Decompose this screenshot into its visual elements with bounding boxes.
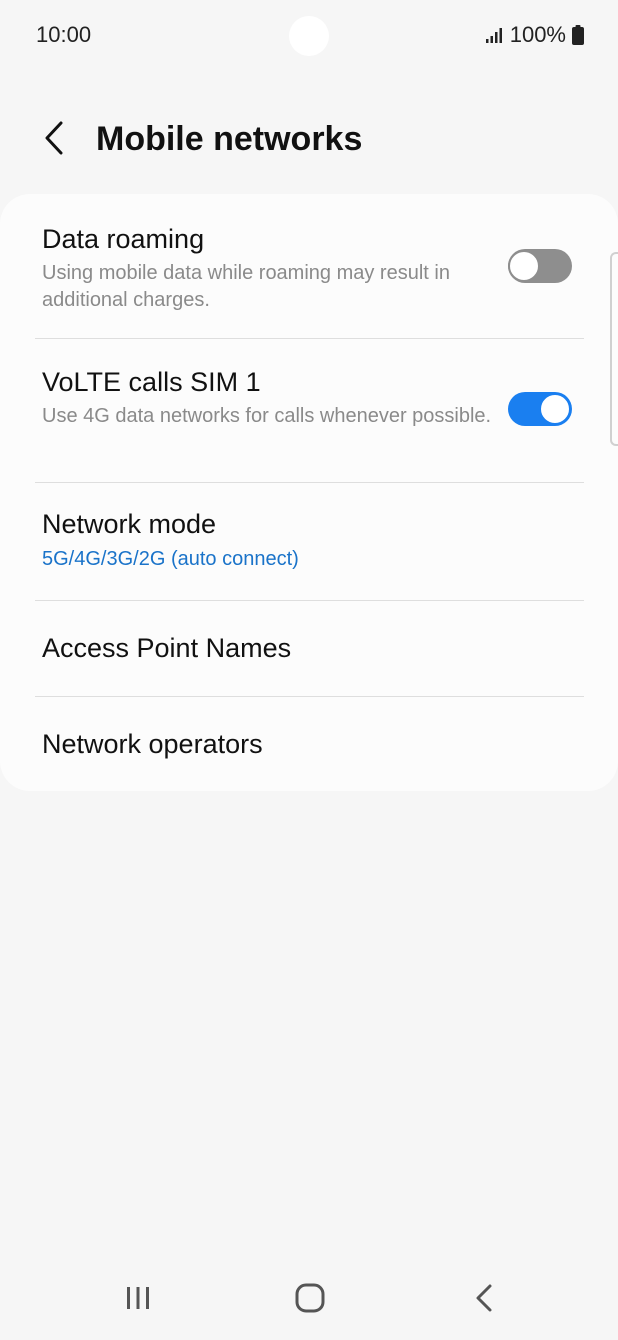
settings-card: Data roaming Using mobile data while roa…	[0, 194, 618, 791]
apn-title: Access Point Names	[42, 633, 292, 663]
page-title: Mobile networks	[96, 120, 363, 158]
apn-row[interactable]: Access Point Names	[0, 601, 618, 696]
recent-apps-icon	[124, 1285, 152, 1316]
volte-row[interactable]: VoLTE calls SIM 1 Use 4G data networks f…	[0, 339, 618, 482]
battery-icon	[572, 25, 584, 45]
battery-percent: 100%	[509, 22, 566, 47]
network-operators-title: Network operators	[42, 729, 263, 759]
network-operators-row[interactable]: Network operators	[0, 697, 618, 791]
volte-toggle[interactable]	[508, 392, 572, 426]
nav-back-button[interactable]	[454, 1280, 514, 1320]
home-button[interactable]	[280, 1280, 340, 1320]
home-icon	[295, 1283, 325, 1318]
network-mode-title: Network mode	[42, 509, 217, 539]
volte-subtitle: Use 4G data networks for calls whenever …	[42, 405, 492, 427]
volte-title: VoLTE calls SIM 1	[42, 367, 261, 397]
status-time: 10:00	[36, 22, 92, 47]
navigation-bar	[0, 1260, 618, 1340]
camera-cutout	[289, 16, 329, 56]
network-mode-value: 5G/4G/3G/2G (auto connect)	[42, 548, 299, 570]
network-mode-row[interactable]: Network mode 5G/4G/3G/2G (auto connect)	[0, 483, 618, 600]
data-roaming-subtitle: Using mobile data while roaming may resu…	[42, 262, 450, 311]
recent-apps-button[interactable]	[108, 1280, 168, 1320]
data-roaming-row[interactable]: Data roaming Using mobile data while roa…	[0, 194, 618, 338]
scroll-indicator[interactable]	[610, 252, 618, 446]
signal-icon	[485, 27, 504, 43]
chevron-left-icon	[43, 120, 65, 161]
toggle-knob	[508, 250, 540, 282]
header: Mobile networks	[0, 100, 618, 180]
status-right: 100%	[485, 22, 584, 48]
data-roaming-title: Data roaming	[42, 224, 205, 254]
toggle-knob	[539, 393, 571, 425]
data-roaming-toggle[interactable]	[508, 249, 572, 283]
back-icon	[474, 1283, 494, 1318]
back-button[interactable]	[34, 118, 74, 162]
status-bar: 10:00 100%	[0, 0, 618, 72]
